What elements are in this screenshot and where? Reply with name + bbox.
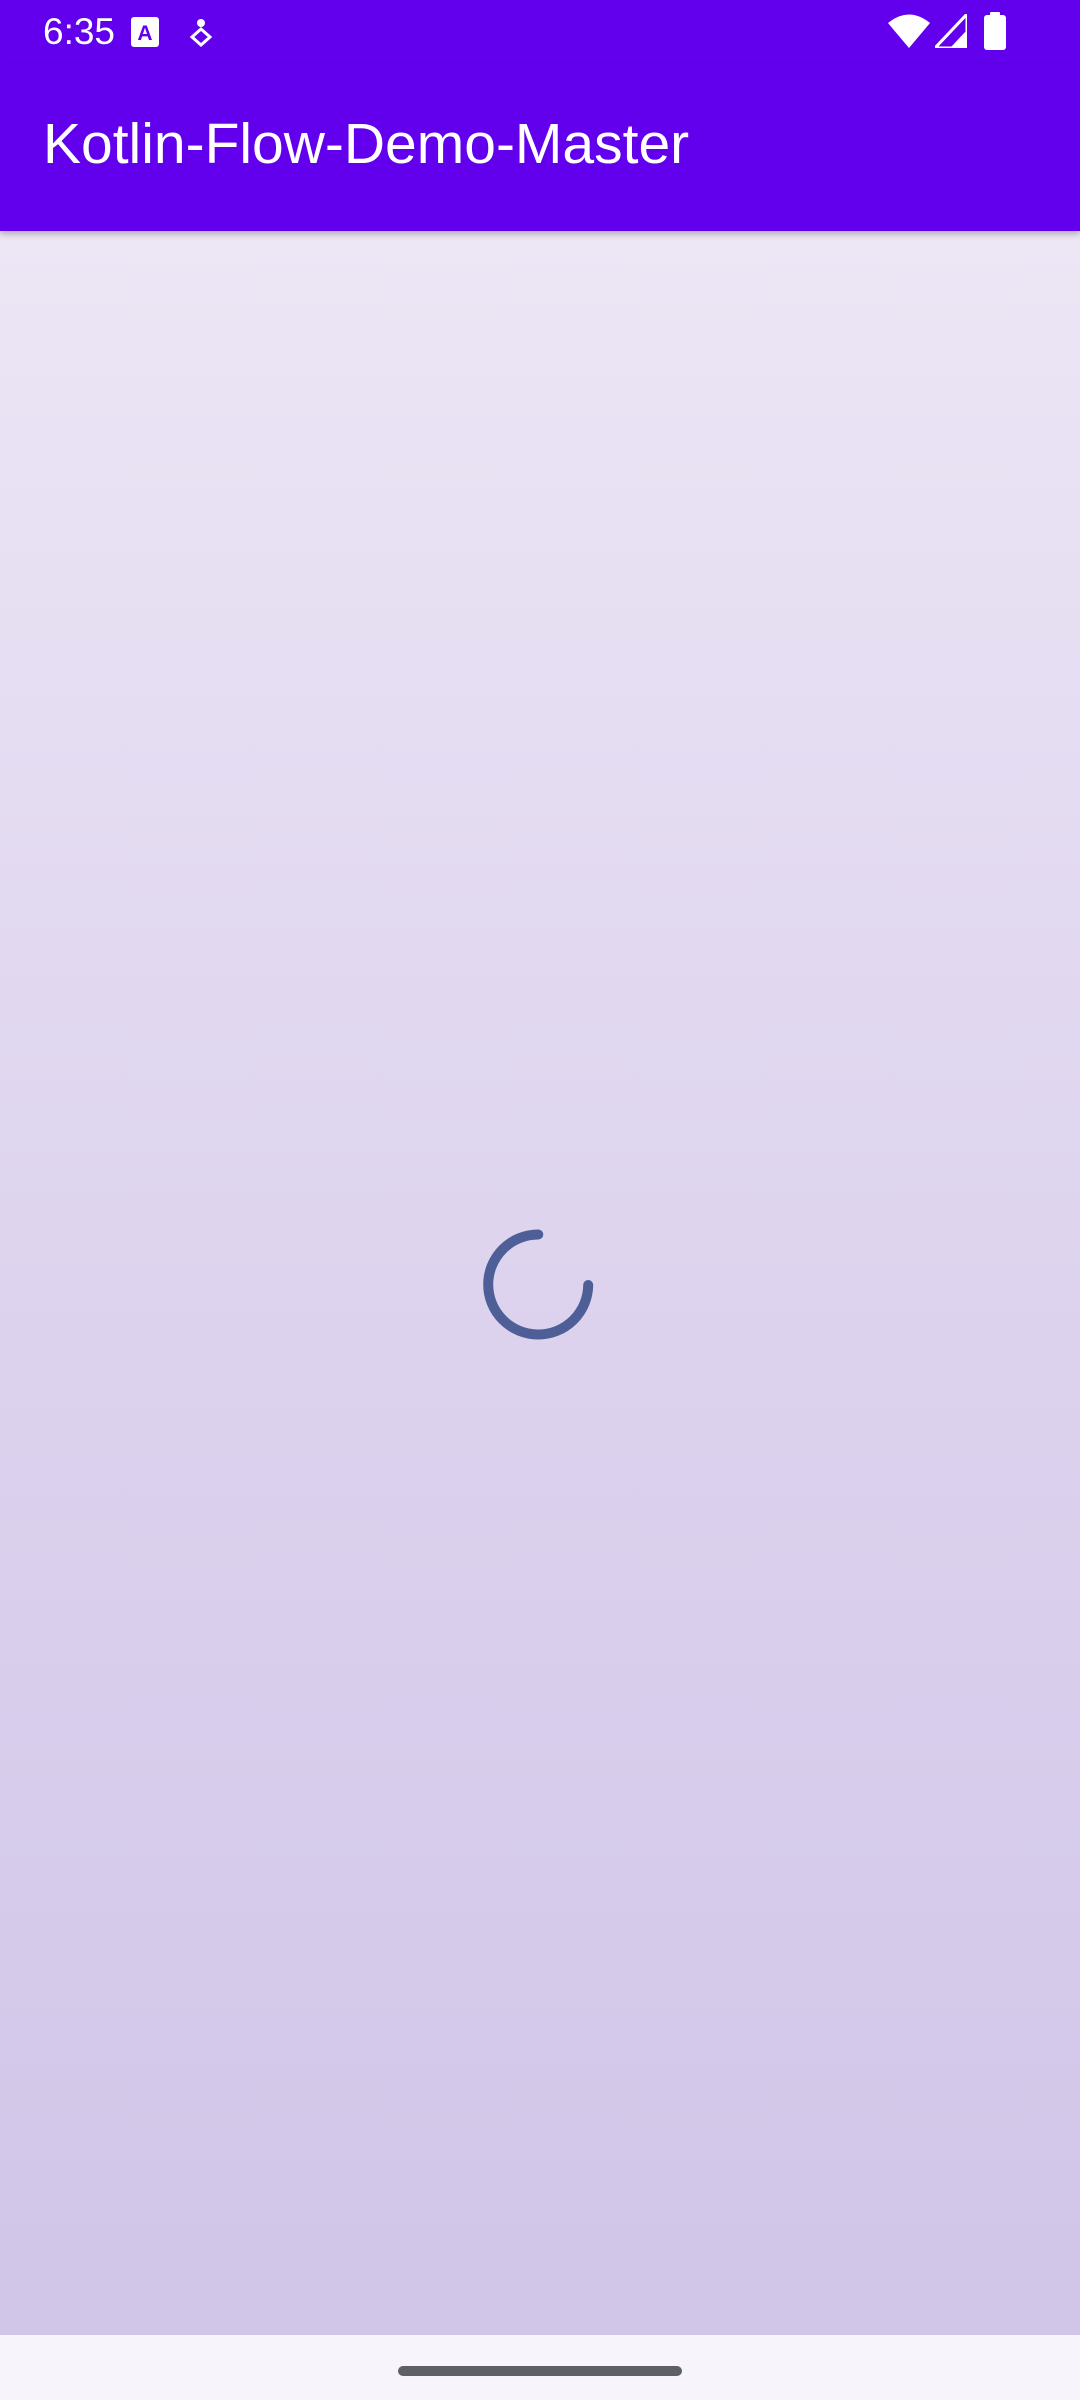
cellular-signal-icon [935,14,967,48]
app-bar: Kotlin-Flow-Demo-Master [0,63,1080,231]
app-title: Kotlin-Flow-Demo-Master [43,112,690,176]
navigation-bar [0,2335,1080,2400]
home-gesture-handle[interactable] [398,2366,682,2376]
a-notification-icon: A [131,17,159,47]
progress-spinner-icon [483,1229,594,1340]
accessibility-notification-icon [189,19,213,47]
status-bar: 6:35 A [0,0,1080,63]
battery-icon [984,12,1006,50]
status-time: 6:35 [43,11,116,52]
svg-text:A: A [137,22,152,45]
wifi-icon [888,14,930,48]
